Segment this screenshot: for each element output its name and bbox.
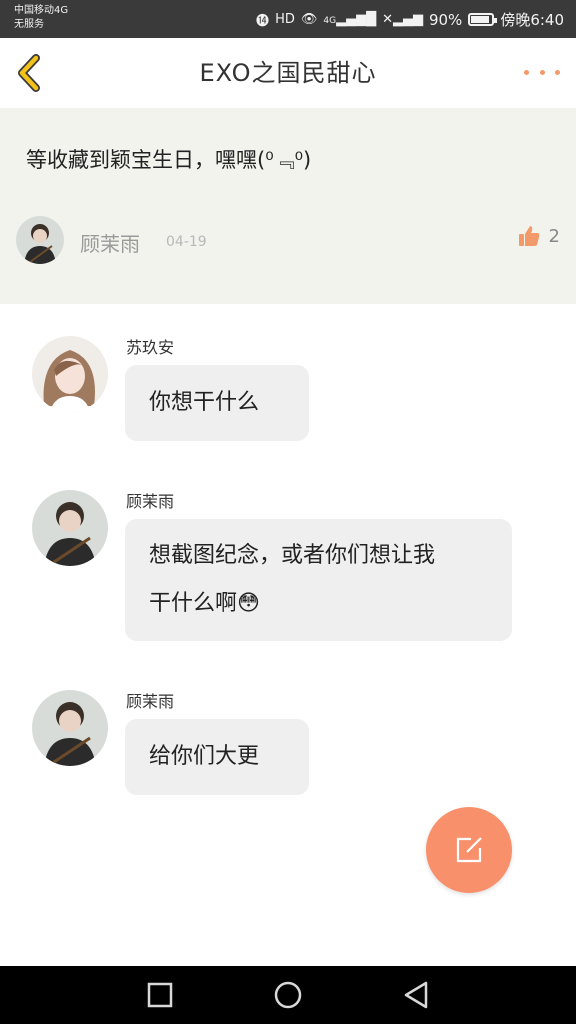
- carrier-name: 中国移动4G: [14, 5, 69, 16]
- message-text-line: 想截图纪念，或者你们想让我: [149, 543, 436, 568]
- more-dot-icon: [555, 69, 560, 75]
- signal-icon: 4G▂▄▆█: [323, 12, 377, 27]
- service-status: 无服务: [14, 19, 44, 30]
- message-text: 你想干什么: [149, 390, 260, 415]
- reply-author-name[interactable]: 顾茉雨: [126, 688, 174, 712]
- no-signal-icon: ✕▂▄▆: [382, 12, 423, 27]
- hd-icon: HD: [275, 12, 295, 27]
- more-dot-icon: [524, 69, 529, 75]
- message-text-line: 干什么啊😳: [149, 591, 260, 616]
- reply-author-name[interactable]: 顾茉雨: [126, 488, 174, 512]
- top-bar: EXO之国民甜心: [0, 38, 576, 109]
- reply-author-name[interactable]: 苏玖安: [126, 334, 174, 358]
- message-bubble[interactable]: 想截图纪念，或者你们想让我 干什么啊😳: [125, 519, 512, 641]
- eye-icon: 👁: [300, 12, 318, 27]
- battery-percent: 90%: [428, 10, 463, 29]
- message-bubble[interactable]: 给你们大更: [125, 719, 309, 795]
- square-icon: [147, 982, 173, 1008]
- page-title: EXO之国民甜心: [199, 59, 377, 87]
- circle-icon: [274, 981, 302, 1009]
- data-saver-icon: ⓮: [256, 14, 270, 29]
- message-text: 给你们大更: [149, 744, 260, 769]
- system-nav-bar: [0, 966, 576, 1024]
- clock: 傍晚6:40: [500, 11, 564, 29]
- battery-level: [471, 16, 490, 23]
- triangle-back-icon: [404, 981, 428, 1009]
- avatar-girl-image: [32, 336, 108, 412]
- reply-avatar[interactable]: [32, 490, 108, 566]
- back-nav-button[interactable]: [401, 980, 431, 1010]
- like-count: 2: [548, 225, 560, 247]
- more-options-button[interactable]: [524, 60, 560, 84]
- original-post: 等收藏到颖宝生日，嘿嘿(⁰﹃⁰) 顾茉雨 04-19 2: [0, 108, 576, 304]
- thumbs-up-icon: [518, 226, 539, 246]
- avatar-man-violin-image: [16, 216, 64, 264]
- network-type: 4G: [323, 16, 337, 26]
- status-bar: 中国移动4G 无服务 ⓮ HD 👁 4G▂▄▆█ ✕▂▄▆ 90% 傍晚6:40: [0, 0, 576, 38]
- avatar-man-violin-image: [32, 690, 108, 766]
- compose-reply-button[interactable]: [426, 807, 512, 893]
- carrier-info: 中国移动4G 无服务: [14, 4, 68, 32]
- more-dot-icon: [539, 69, 545, 75]
- reply-avatar[interactable]: [32, 690, 108, 766]
- post-author-avatar[interactable]: [16, 216, 64, 264]
- recent-apps-button[interactable]: [145, 980, 175, 1010]
- like-button[interactable]: 2: [517, 224, 560, 248]
- avatar-man-violin-image: [32, 490, 108, 566]
- post-date: 04-19: [166, 234, 207, 250]
- post-author-name[interactable]: 顾茉雨: [80, 228, 140, 257]
- post-text: 等收藏到颖宝生日，嘿嘿(⁰﹃⁰): [26, 148, 312, 172]
- message-bubble[interactable]: 你想干什么: [125, 365, 309, 441]
- status-icons: ⓮ HD 👁 4G▂▄▆█ ✕▂▄▆ 90% 傍晚6:40: [256, 9, 564, 30]
- reply-avatar[interactable]: [32, 336, 108, 412]
- home-button[interactable]: [273, 980, 303, 1010]
- edit-icon: [456, 837, 482, 863]
- battery-icon: [468, 13, 498, 26]
